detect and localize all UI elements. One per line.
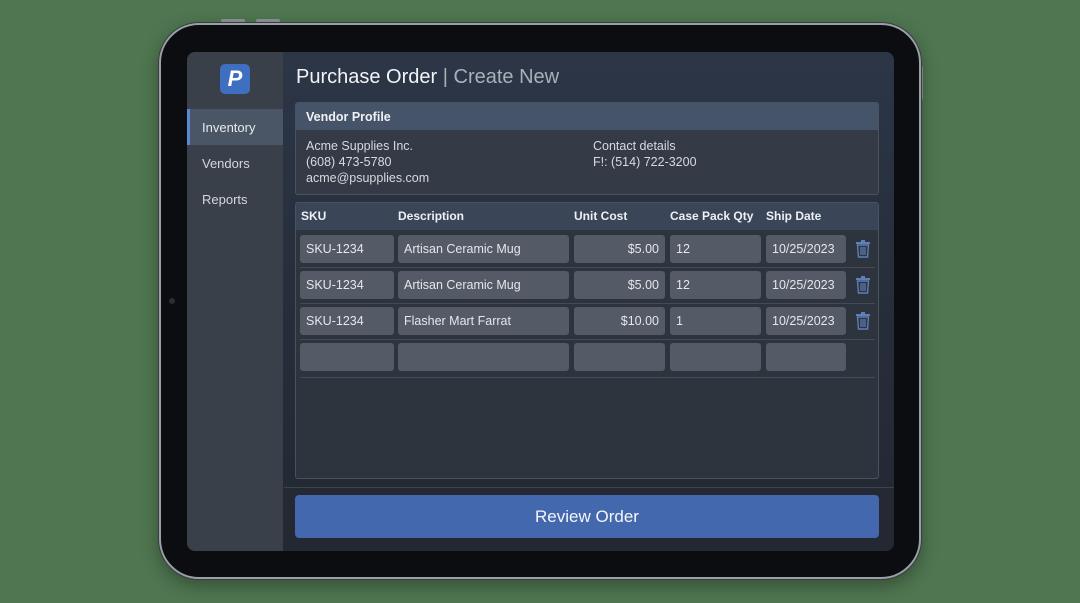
- vendor-name: Acme Supplies Inc.: [306, 139, 413, 153]
- description-input[interactable]: [398, 343, 569, 371]
- ship-date-input[interactable]: 10/25/2023: [766, 235, 846, 263]
- vendor-profile-heading: Vendor Profile: [296, 103, 878, 130]
- row-divider: [300, 303, 875, 304]
- contact-details-value: F!: (514) 722-3200: [593, 155, 697, 169]
- column-header-case-pack-qty: Case Pack Qty: [670, 209, 754, 223]
- case-pack-qty-input[interactable]: 1: [670, 307, 761, 335]
- app-screen: P Inventory Vendors Reports Purchase Ord…: [187, 52, 894, 551]
- front-camera: [169, 298, 175, 304]
- row-divider: [300, 339, 875, 340]
- case-pack-qty-input[interactable]: 12: [670, 235, 761, 263]
- unit-cost-input[interactable]: $10.00: [574, 307, 665, 335]
- app-logo[interactable]: P: [220, 64, 250, 94]
- sidebar: P Inventory Vendors Reports: [187, 52, 283, 551]
- trash-icon[interactable]: [855, 276, 871, 294]
- contact-details-label: Contact details: [593, 139, 676, 153]
- case-pack-qty-input[interactable]: 12: [670, 271, 761, 299]
- case-pack-qty-input[interactable]: [670, 343, 761, 371]
- vendor-profile-card: Vendor Profile Acme Supplies Inc. (608) …: [295, 102, 879, 195]
- column-header-ship-date: Ship Date: [766, 209, 822, 223]
- sidebar-item-vendors[interactable]: Vendors: [187, 145, 283, 181]
- page-subtitle: Create New: [453, 66, 560, 88]
- trash-icon[interactable]: [855, 240, 871, 258]
- description-input[interactable]: Flasher Mart Farrat: [398, 307, 569, 335]
- page-title-main: Purchase Order: [296, 66, 438, 88]
- vendor-email[interactable]: acme@psupplies.com: [306, 171, 429, 185]
- sku-input[interactable]: SKU-1234: [300, 235, 394, 263]
- sidebar-item-reports[interactable]: Reports: [187, 181, 283, 217]
- trash-icon[interactable]: [855, 312, 871, 330]
- review-order-button[interactable]: Review Order: [295, 495, 879, 538]
- page-title: Purchase Order | Create New: [296, 66, 559, 89]
- ship-date-input[interactable]: 10/25/2023: [766, 307, 846, 335]
- sku-input[interactable]: SKU-1234: [300, 307, 394, 335]
- line-items-table: SKU Description Unit Cost Case Pack Qty …: [295, 202, 879, 479]
- column-header-sku: SKU: [301, 209, 327, 223]
- unit-cost-input[interactable]: $5.00: [574, 271, 665, 299]
- table-header: SKU Description Unit Cost Case Pack Qty …: [296, 203, 878, 230]
- ship-date-input[interactable]: [766, 343, 846, 371]
- unit-cost-input[interactable]: $5.00: [574, 235, 665, 263]
- unit-cost-input[interactable]: [574, 343, 665, 371]
- sidebar-item-inventory[interactable]: Inventory: [187, 109, 283, 145]
- description-input[interactable]: Artisan Ceramic Mug: [398, 235, 569, 263]
- footer-divider: [284, 487, 894, 488]
- sku-input[interactable]: [300, 343, 394, 371]
- column-header-description: Description: [398, 209, 465, 223]
- column-header-unit-cost: Unit Cost: [574, 209, 628, 223]
- sku-input[interactable]: SKU-1234: [300, 271, 394, 299]
- page-title-separator: |: [442, 66, 448, 88]
- description-input[interactable]: Artisan Ceramic Mug: [398, 271, 569, 299]
- row-divider: [300, 377, 875, 378]
- ship-date-input[interactable]: 10/25/2023: [766, 271, 846, 299]
- vendor-phone: (608) 473-5780: [306, 155, 392, 169]
- row-divider: [300, 267, 875, 268]
